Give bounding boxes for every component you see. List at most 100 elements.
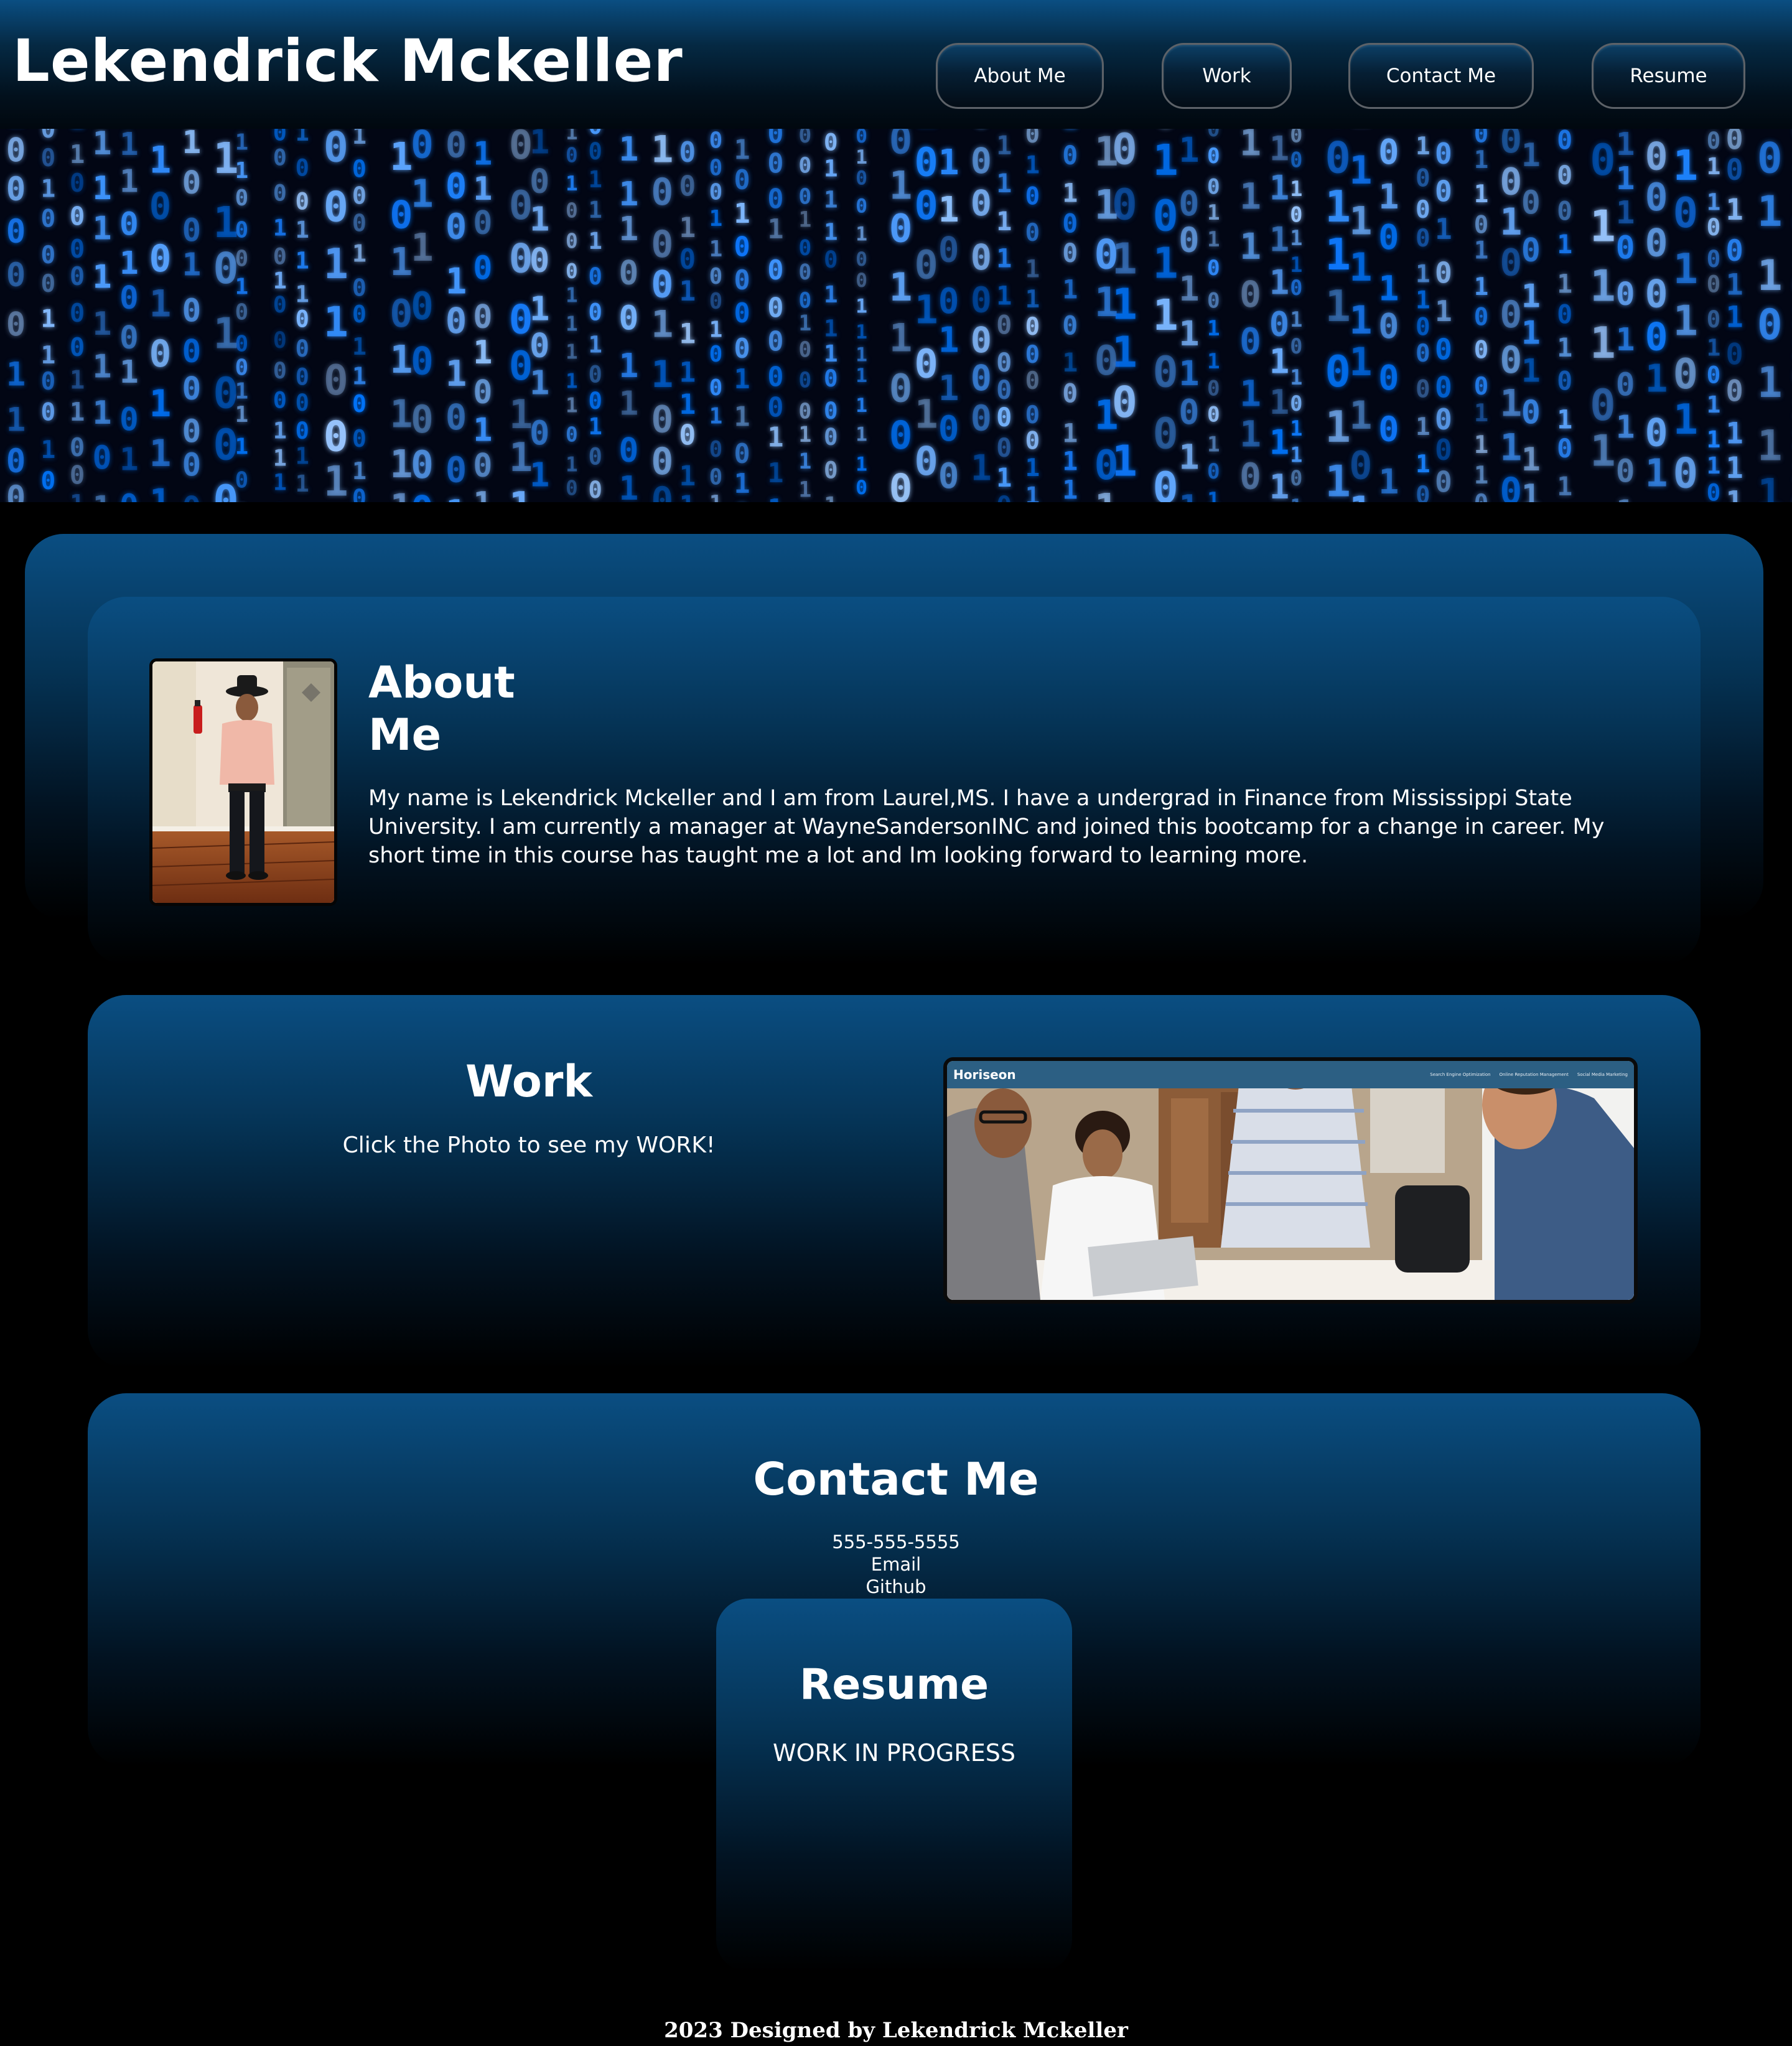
svg-text:0: 0 <box>767 393 783 424</box>
svg-text:1: 1 <box>1290 416 1302 441</box>
svg-text:1: 1 <box>1239 372 1261 414</box>
svg-text:0: 0 <box>1557 367 1572 396</box>
svg-text:0: 0 <box>352 390 366 418</box>
svg-text:0: 0 <box>235 501 249 502</box>
contact-email-link[interactable]: Email <box>772 1554 1020 1575</box>
svg-text:1: 1 <box>856 295 867 317</box>
svg-text:0: 0 <box>390 291 413 336</box>
svg-text:1: 1 <box>996 243 1012 274</box>
svg-text:1: 1 <box>1290 365 1302 390</box>
svg-text:0: 0 <box>1290 129 1302 147</box>
svg-text:1: 1 <box>1707 452 1721 479</box>
svg-text:1: 1 <box>1435 294 1452 328</box>
svg-text:0: 0 <box>93 440 112 477</box>
svg-text:0: 0 <box>41 467 56 495</box>
svg-text:0: 0 <box>119 488 139 502</box>
svg-text:0: 0 <box>324 183 348 231</box>
svg-text:1: 1 <box>530 200 549 239</box>
svg-text:0: 0 <box>971 237 992 278</box>
svg-text:0: 0 <box>1500 339 1522 382</box>
svg-text:0: 0 <box>1707 245 1721 273</box>
svg-text:0: 0 <box>651 170 673 214</box>
svg-text:0: 0 <box>996 432 1012 463</box>
svg-text:0: 0 <box>889 465 913 502</box>
svg-text:0: 0 <box>1557 434 1572 464</box>
svg-text:1: 1 <box>824 340 838 367</box>
svg-text:1: 1 <box>530 289 549 329</box>
work-project-screenshot-link[interactable]: Horiseon Search Engine Optimization Onli… <box>943 1057 1638 1304</box>
preview-link: Online Reputation Management <box>1499 1072 1569 1077</box>
svg-text:1: 1 <box>93 306 112 343</box>
svg-text:0: 0 <box>324 129 348 172</box>
svg-text:0: 0 <box>566 477 578 500</box>
svg-text:1: 1 <box>296 217 309 243</box>
svg-text:0: 0 <box>352 155 366 183</box>
svg-text:1: 1 <box>709 317 723 343</box>
nav-resume-button[interactable]: Resume <box>1592 43 1745 109</box>
svg-text:0: 0 <box>618 253 638 292</box>
svg-text:1: 1 <box>1062 129 1078 134</box>
svg-text:1: 1 <box>273 445 287 472</box>
svg-text:0: 0 <box>938 230 959 271</box>
svg-text:0: 0 <box>971 398 992 439</box>
svg-text:1: 1 <box>679 212 696 244</box>
nav-contact-me-button[interactable]: Contact Me <box>1348 43 1534 109</box>
svg-text:0: 0 <box>1474 304 1488 332</box>
nav-about-me-button[interactable]: About Me <box>936 43 1104 109</box>
svg-text:1: 1 <box>1269 220 1289 259</box>
svg-text:1: 1 <box>149 382 172 425</box>
svg-text:1: 1 <box>938 190 959 230</box>
contact-phone[interactable]: 555-555-5555 <box>772 1531 1020 1553</box>
svg-text:0: 0 <box>446 450 467 491</box>
svg-text:1: 1 <box>1521 137 1541 174</box>
svg-text:1: 1 <box>1325 182 1351 232</box>
svg-text:1: 1 <box>1557 405 1572 435</box>
svg-text:0: 0 <box>1290 391 1302 416</box>
svg-text:0: 0 <box>1474 490 1488 502</box>
svg-text:0: 0 <box>1207 403 1220 427</box>
svg-text:1: 1 <box>149 481 172 502</box>
svg-text:0: 0 <box>1025 341 1040 369</box>
svg-text:0: 0 <box>235 246 249 272</box>
svg-text:1: 1 <box>1178 131 1199 170</box>
svg-text:1: 1 <box>446 353 467 395</box>
svg-text:1: 1 <box>798 423 811 447</box>
svg-text:1: 1 <box>352 240 366 268</box>
preview-link: Search Engine Optimization <box>1430 1072 1491 1077</box>
svg-text:0: 0 <box>70 234 85 264</box>
svg-text:0: 0 <box>1290 203 1302 227</box>
svg-text:0: 0 <box>530 325 549 365</box>
svg-text:0: 0 <box>70 460 85 490</box>
svg-text:1: 1 <box>618 384 638 423</box>
svg-text:1: 1 <box>296 247 309 274</box>
svg-text:0: 0 <box>798 338 811 363</box>
svg-text:0: 0 <box>1062 208 1078 239</box>
svg-text:1: 1 <box>1269 129 1289 168</box>
svg-text:0: 0 <box>149 332 172 375</box>
svg-text:1: 1 <box>767 494 783 502</box>
svg-text:1: 1 <box>1178 269 1199 309</box>
contact-title: Contact Me <box>753 1453 1039 1505</box>
contact-github-link[interactable]: Github <box>772 1576 1020 1597</box>
svg-text:0: 0 <box>119 207 139 243</box>
svg-text:0: 0 <box>149 237 172 280</box>
svg-text:0: 0 <box>589 442 602 470</box>
svg-text:0: 0 <box>996 347 1012 378</box>
svg-text:0: 0 <box>352 484 366 502</box>
svg-text:1: 1 <box>473 334 492 371</box>
svg-text:0: 0 <box>1239 273 1261 315</box>
svg-text:0: 0 <box>1290 466 1302 490</box>
svg-text:1: 1 <box>119 245 139 282</box>
nav-work-button[interactable]: Work <box>1162 43 1292 109</box>
svg-text:0: 0 <box>1707 362 1721 389</box>
svg-text:0: 0 <box>1645 222 1668 266</box>
svg-text:1: 1 <box>856 146 867 169</box>
svg-text:0: 0 <box>70 332 85 362</box>
svg-text:1: 1 <box>1645 451 1668 495</box>
svg-text:1: 1 <box>1207 432 1220 457</box>
svg-text:0: 0 <box>824 423 838 451</box>
svg-text:1: 1 <box>734 469 750 500</box>
svg-text:0: 0 <box>1178 184 1199 224</box>
svg-text:1: 1 <box>651 129 673 171</box>
svg-text:1: 1 <box>1349 488 1372 502</box>
